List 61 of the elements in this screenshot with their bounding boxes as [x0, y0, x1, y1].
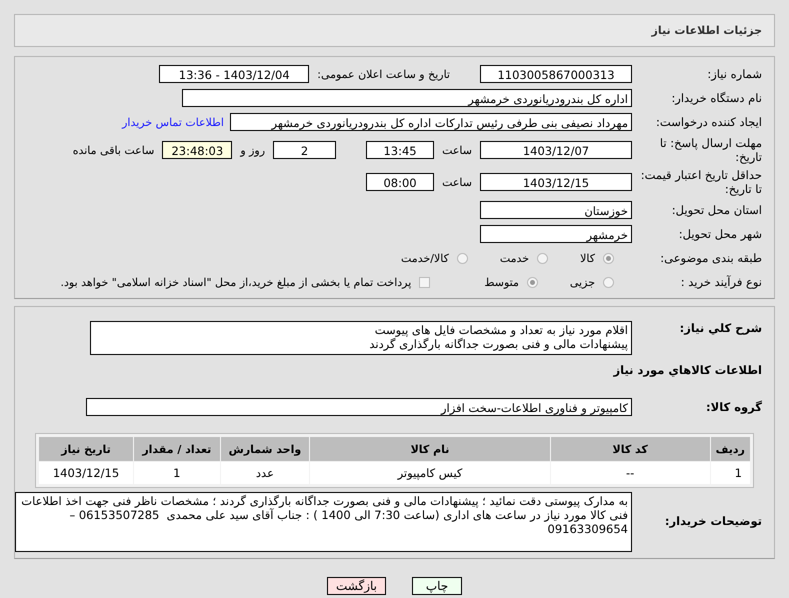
- remaining-time-field: 23:48:03: [162, 141, 232, 159]
- remaining-label: ساعت باقی مانده: [72, 144, 154, 156]
- province-field: خوزستان: [480, 201, 632, 219]
- radio-label: خدمت: [500, 252, 530, 264]
- radio-label: جزیی: [570, 276, 595, 288]
- section-title: اطلاعات کالاهاي مورد نياز: [614, 362, 763, 377]
- page-title: جزئیات اطلاعات نیاز: [652, 24, 762, 37]
- buyer-notes-field: به مدارک پیوستی دقت نمائید ؛ پیشنهادات مالی و فنی بصورت جداگانه بارگذاری گردند ؛ مشخصات ناظر فنی جهت اخذ اطلاعات فنی کالا مورد نیاز در ساعت های اداری (ساعت 7:30 الی 1400 ) : جناب آقای سید علی محمدی 06153507285 – 09163309654: [15, 492, 632, 552]
- requester-field: مهرداد نصیفی بنی طرفی رئیس تدارکات اداره کل بندرودریانوردی خرمشهر: [230, 113, 632, 131]
- back-button[interactable]: بازگشت: [327, 577, 386, 595]
- announce-date-field: 1403/12/04 - 13:36: [159, 65, 310, 83]
- field-label: نام دستگاه خریدار:: [670, 91, 763, 105]
- table-cell: 1: [134, 462, 220, 484]
- field-label: ایجاد کننده درخواست:: [655, 115, 763, 129]
- radio-button[interactable]: [526, 276, 538, 288]
- field-label: مهلت ارسال پاسخ: تا تاریخ:: [658, 136, 763, 164]
- field-label: تاریخ و ساعت اعلان عمومی:: [317, 68, 450, 80]
- field-label: استان محل تحویل:: [670, 203, 763, 217]
- field-label: شهر محل تحویل:: [678, 227, 763, 241]
- days-field: 2: [273, 141, 336, 159]
- column-header: واحد شمارش: [220, 437, 310, 461]
- radio-label: کالا/خدمت: [401, 252, 449, 264]
- radio-button[interactable]: [456, 252, 468, 264]
- column-header: نام کالا: [310, 437, 550, 461]
- radio-button[interactable]: [537, 252, 548, 264]
- validity-date-field: 1403/12/15: [480, 173, 632, 191]
- field-label: حداقل تاریخ اعتبار قیمت: تا تاریخ:: [640, 168, 763, 196]
- radio-label: کالا: [580, 252, 595, 264]
- column-header: کد کالا: [550, 437, 710, 461]
- need-number-field: 1103005867000313: [480, 65, 632, 83]
- description-field: اقلام مورد نیاز به تعداد و مشخصات فایل های پیوست پیشنهادات مالی و فنی بصورت جداگانه بارگذاری گردند: [90, 321, 632, 355]
- time-label: ساعت: [442, 144, 472, 156]
- column-header: تاریخ نیاز: [39, 437, 134, 461]
- table-cell: --: [550, 462, 710, 484]
- goods-group-field: کامپیوتر و فناوری اطلاعات-سخت افزار: [86, 398, 632, 416]
- field-label: نوع فرآیند خرید :: [680, 275, 763, 289]
- city-field: خرمشهر: [480, 225, 632, 243]
- table-cell: کیس کامپیوتر: [310, 462, 550, 484]
- checkbox[interactable]: [419, 276, 430, 288]
- radio-label: متوسط: [484, 276, 519, 288]
- buyer-org-field: اداره کل بندرودریانوردی خرمشهر: [182, 89, 632, 107]
- radio-button[interactable]: [603, 276, 614, 288]
- buyer-contact-link[interactable]: اطلاعات تماس خریدار: [122, 116, 224, 128]
- validity-time-field: 08:00: [366, 173, 434, 191]
- field-label: طبقه بندی موضوعی:: [659, 251, 763, 265]
- days-label: روز و: [240, 144, 266, 156]
- field-label: شرح کلي نياز:: [678, 321, 763, 335]
- table-cell: 1403/12/15: [39, 462, 134, 484]
- table-cell: 1: [710, 462, 750, 484]
- column-header: تعداد / مقدار: [134, 437, 220, 461]
- field-label: گروه کالا:: [705, 400, 763, 414]
- field-label: توضیحات خریدار:: [664, 513, 763, 528]
- checkbox-label: پرداخت تمام یا بخشی از مبلغ خرید،از محل "اسناد خزانه اسلامی" خواهد بود.: [60, 276, 412, 288]
- field-label: شماره نیاز:: [706, 67, 763, 81]
- deadline-date-field: 1403/12/07: [480, 141, 632, 159]
- column-header: ردیف: [710, 437, 750, 461]
- radio-button[interactable]: [603, 252, 614, 264]
- time-label: ساعت: [442, 176, 472, 188]
- deadline-time-field: 13:45: [366, 141, 434, 159]
- table-cell: عدد: [220, 462, 310, 484]
- print-button[interactable]: چاپ: [412, 577, 462, 595]
